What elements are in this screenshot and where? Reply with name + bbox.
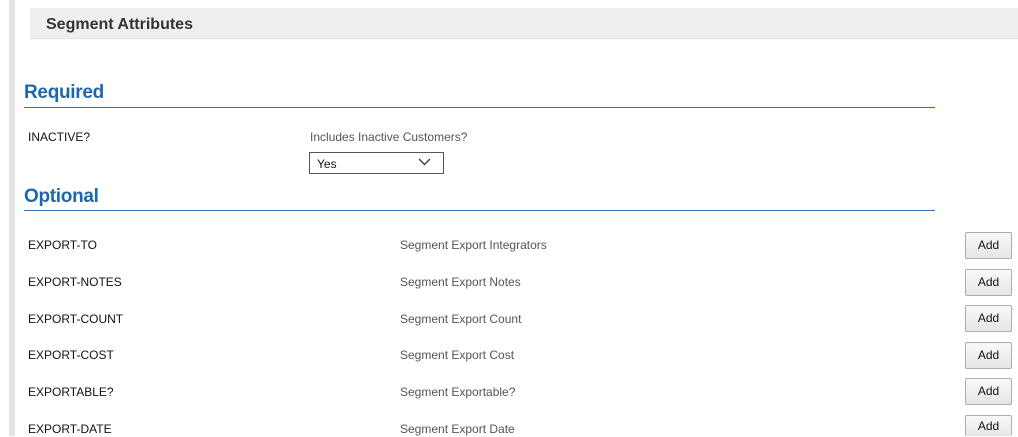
attribute-description: Segment Export Cost	[400, 348, 515, 362]
inactive-select-value: Yes	[317, 157, 337, 171]
add-export-cost-button[interactable]: Add	[965, 342, 1012, 369]
attribute-description: Segment Export Date	[400, 422, 515, 436]
add-export-to-button[interactable]: Add	[965, 232, 1012, 259]
required-attribute-description: Includes Inactive Customers?	[310, 130, 468, 144]
left-rail	[9, 0, 15, 436]
required-attribute-name: INACTIVE?	[28, 130, 91, 144]
attribute-name: EXPORT-COUNT	[28, 312, 124, 326]
panel-header: Segment Attributes	[30, 8, 1018, 39]
chevron-down-icon	[418, 158, 431, 166]
required-section-title: Required	[24, 82, 104, 103]
add-exportable-button[interactable]: Add	[965, 378, 1012, 405]
attribute-name: EXPORT-DATE	[28, 422, 112, 436]
add-export-count-button[interactable]: Add	[965, 305, 1012, 332]
required-section-divider	[24, 107, 935, 108]
optional-section-title: Optional	[24, 186, 99, 207]
attribute-description: Segment Exportable?	[400, 385, 516, 399]
inactive-select[interactable]: Yes	[309, 152, 444, 174]
attribute-name: EXPORT-COST	[28, 348, 114, 362]
attribute-description: Segment Export Integrators	[400, 238, 547, 252]
optional-section-divider	[24, 210, 935, 211]
attribute-description: Segment Export Count	[400, 312, 522, 326]
panel-title: Segment Attributes	[46, 16, 193, 33]
attribute-name: EXPORT-TO	[28, 238, 97, 252]
add-export-date-button[interactable]: Add	[965, 415, 1012, 436]
attribute-name: EXPORT-NOTES	[28, 275, 122, 289]
attribute-name: EXPORTABLE?	[28, 385, 114, 399]
add-export-notes-button[interactable]: Add	[965, 269, 1012, 296]
attribute-description: Segment Export Notes	[400, 275, 521, 289]
